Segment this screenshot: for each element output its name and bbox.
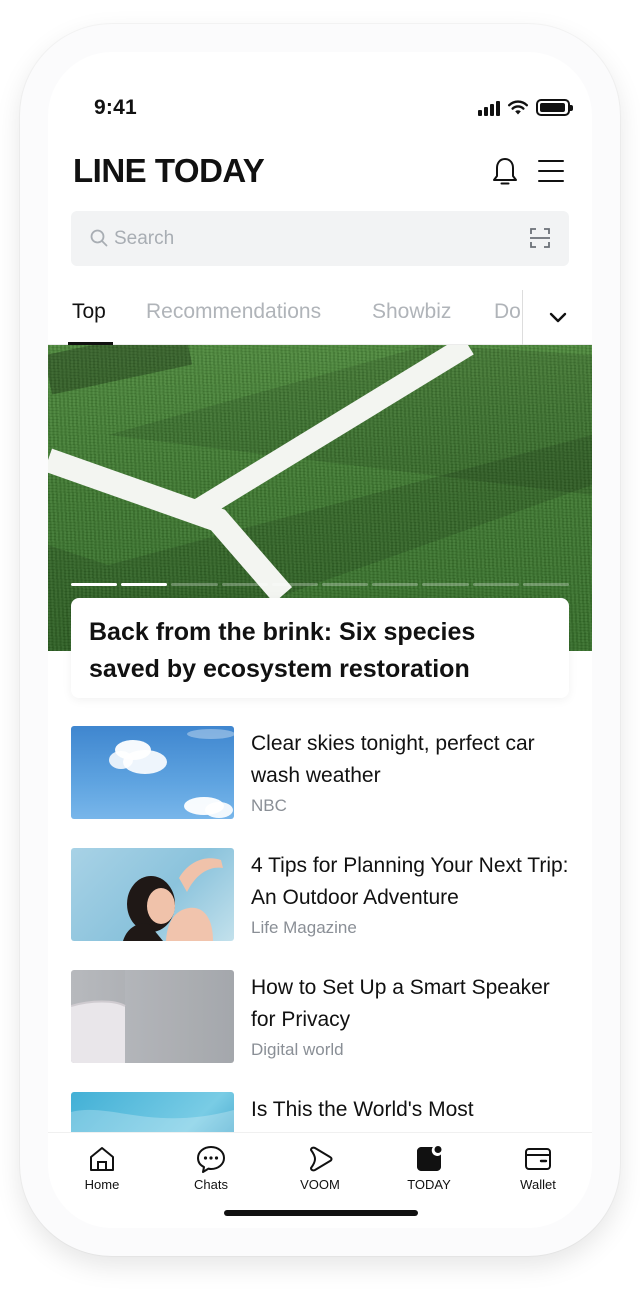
carousel-dot bbox=[71, 583, 118, 586]
carousel-dot bbox=[322, 583, 369, 586]
battery-icon bbox=[536, 99, 573, 116]
status-bar: 9:41 bbox=[48, 52, 592, 119]
list-item[interactable]: How to Set Up a Smart Speaker for Privac… bbox=[71, 970, 571, 1064]
thumbnail-speaker bbox=[71, 970, 234, 1063]
scan-icon[interactable] bbox=[529, 227, 551, 249]
article-title: How to Set Up a Smart Speaker for Privac… bbox=[251, 976, 550, 1031]
tab-showbiz[interactable]: Showbiz bbox=[372, 300, 451, 324]
cellular-signal-icon bbox=[478, 100, 500, 116]
bell-icon[interactable] bbox=[490, 156, 520, 188]
nav-today[interactable]: TODAY bbox=[389, 1145, 469, 1192]
today-icon bbox=[417, 1146, 442, 1171]
carousel-dot bbox=[472, 583, 519, 586]
nav-voom-label: VOOM bbox=[300, 1177, 340, 1192]
home-indicator[interactable] bbox=[224, 1210, 418, 1216]
chat-icon bbox=[197, 1146, 225, 1173]
tab-top[interactable]: Top bbox=[72, 300, 106, 324]
nav-today-label: TODAY bbox=[407, 1177, 451, 1192]
tab-overflow: Do bbox=[494, 290, 523, 345]
list-item[interactable]: Clear skies tonight, perfect car wash we… bbox=[71, 726, 571, 820]
carousel-dot bbox=[422, 583, 469, 586]
thumbnail-person bbox=[71, 848, 234, 941]
thumbnail-sky bbox=[71, 726, 234, 819]
status-icons bbox=[478, 99, 573, 116]
search-bar[interactable] bbox=[71, 211, 569, 266]
article-title: Is This the World's Most bbox=[251, 1098, 474, 1121]
nav-home[interactable]: Home bbox=[62, 1145, 142, 1192]
hero-headline: Back from the brink: Six species saved b… bbox=[89, 618, 476, 683]
nav-voom[interactable]: VOOM bbox=[280, 1145, 360, 1192]
nav-chats-label: Chats bbox=[194, 1177, 228, 1192]
article-source: NBC bbox=[251, 796, 287, 815]
home-icon bbox=[90, 1147, 114, 1171]
carousel-dot bbox=[271, 583, 319, 586]
article-source: Digital world bbox=[251, 1040, 344, 1059]
bottom-navigation: Home Chats VOOM TODAY Wallet bbox=[48, 1132, 592, 1228]
list-item[interactable]: 4 Tips for Planning Your Next Trip: An O… bbox=[71, 848, 571, 942]
carousel-dot bbox=[171, 583, 218, 586]
nav-wallet[interactable]: Wallet bbox=[498, 1145, 578, 1192]
carousel-dot bbox=[522, 583, 570, 586]
app-title: LINE TODAY bbox=[73, 152, 265, 189]
carousel-dot bbox=[372, 583, 419, 586]
phone-frame: 9:41 LINE TODAY Search Top Recommendatio… bbox=[20, 24, 620, 1256]
search-input[interactable] bbox=[114, 223, 514, 255]
carousel-dot bbox=[221, 583, 268, 586]
tab-recommendations[interactable]: Recommendations bbox=[146, 300, 321, 324]
hamburger-menu-icon[interactable] bbox=[538, 158, 564, 184]
hero-headline-card[interactable]: Back from the brink: Six species saved b… bbox=[71, 598, 569, 698]
chevron-down-icon[interactable] bbox=[548, 307, 568, 327]
nav-home-label: Home bbox=[84, 1177, 120, 1192]
article-title: Clear skies tonight, perfect car wash we… bbox=[251, 732, 535, 787]
category-tabs: Top Recommendations Showbiz Do bbox=[48, 290, 592, 345]
carousel-indicator bbox=[71, 583, 570, 586]
app-screen: 9:41 LINE TODAY Search Top Recommendatio… bbox=[48, 52, 592, 1228]
article-source: Life Magazine bbox=[251, 918, 357, 937]
status-time: 9:41 bbox=[94, 96, 137, 119]
wifi-icon bbox=[508, 100, 528, 115]
wallet-icon bbox=[525, 1148, 551, 1170]
voom-icon bbox=[310, 1146, 333, 1172]
nav-chats[interactable]: Chats bbox=[171, 1145, 251, 1192]
article-title: 4 Tips for Planning Your Next Trip: An O… bbox=[251, 854, 569, 909]
carousel-dot bbox=[121, 583, 168, 586]
tab-do[interactable]: Do bbox=[494, 300, 521, 324]
nav-wallet-label: Wallet bbox=[520, 1177, 556, 1192]
search-icon bbox=[90, 229, 108, 247]
